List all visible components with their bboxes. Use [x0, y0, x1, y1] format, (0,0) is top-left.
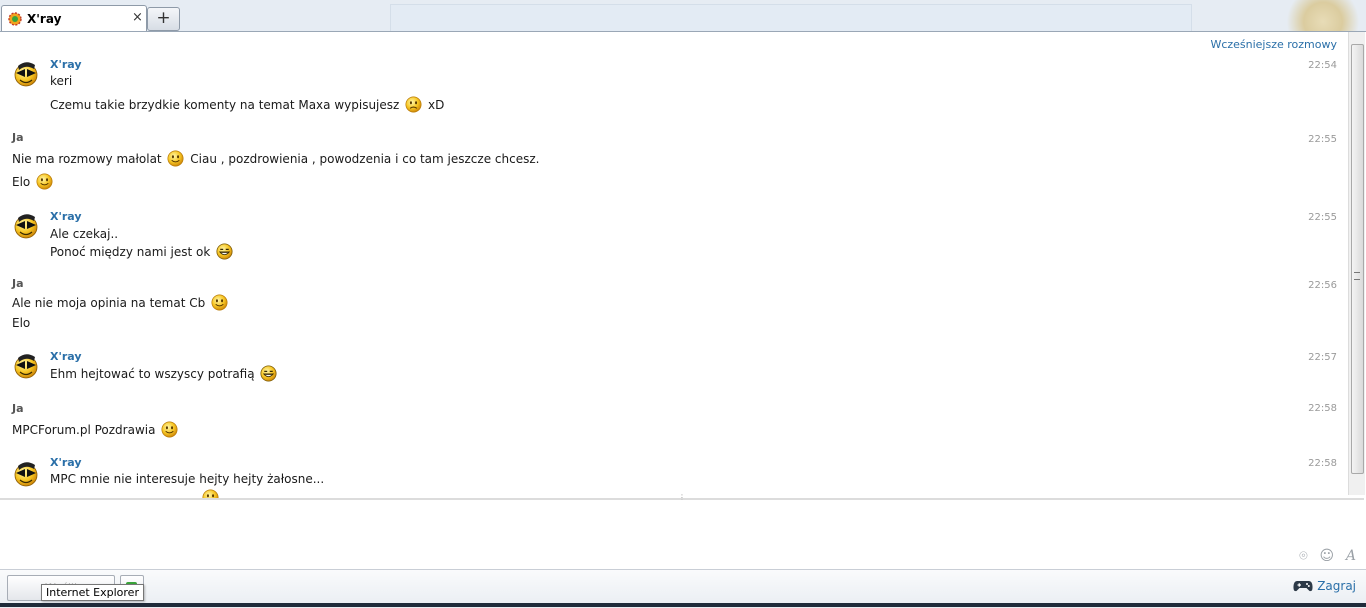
message-input[interactable] [0, 500, 1364, 568]
scrollbar-thumb[interactable] [1351, 44, 1364, 474]
message-text: Ehm hejtować to wszyscy potrafią [50, 367, 255, 381]
gg-logo-icon [8, 12, 22, 26]
message-text-line: Ehm hejtować to wszyscy potrafią [50, 365, 279, 382]
message-text: Elo [12, 175, 31, 189]
smiley-icon [161, 421, 178, 438]
message-text-line: MPCForum.pl Pozdrawia [12, 421, 180, 438]
message-text: MPCForum.pl Pozdrawia [12, 423, 156, 437]
message-sender: X'ray [50, 210, 82, 223]
smiley-icon [167, 150, 184, 167]
message-text-line: Nie ma rozmowy małolat Ciau , pozdrowien… [12, 150, 539, 167]
message-text: keri [50, 74, 73, 88]
message-text: Ale czekaj.. [50, 227, 119, 241]
input-tools: ⌾ ☺ A [1291, 548, 1356, 564]
message-time: 22:56 [1308, 280, 1337, 291]
attach-icon[interactable]: ⌾ [1299, 548, 1307, 564]
message-text: Ciau , pozdrowienia , powodzenia i co ta… [190, 152, 540, 166]
message-text: Elo [12, 316, 31, 330]
message-text-line: Czemu takie brzydkie komenty na temat Ma… [50, 96, 444, 113]
smiley-icon [36, 173, 53, 190]
grin-icon [216, 243, 233, 260]
smiley-icon [202, 489, 219, 498]
scrollbar-grip [1354, 272, 1360, 280]
message-sender: X'ray [50, 58, 82, 71]
message-text: xD [427, 98, 445, 112]
close-icon[interactable]: × [132, 10, 143, 25]
message-text: Ponoć między nami jest ok [50, 245, 211, 259]
sad-icon [405, 96, 422, 113]
message-sender: Ja [12, 277, 24, 290]
avatar-icon [12, 460, 40, 488]
message-time: 22:58 [1308, 458, 1337, 469]
avatar-icon [12, 60, 40, 88]
message-time: 22:57 [1308, 352, 1337, 363]
message-sender: X'ray [50, 456, 82, 469]
message-sender: Ja [12, 131, 24, 144]
message-time: 22:55 [1308, 134, 1337, 145]
message-scrollbar[interactable] [1348, 32, 1365, 495]
grin-icon [260, 365, 277, 382]
play-link[interactable]: Zagraj [1293, 579, 1356, 593]
message-text-line: Ponoć między nami jest ok [50, 243, 235, 260]
background-window [390, 4, 1192, 31]
message-time: 22:58 [1308, 403, 1337, 414]
avatar-icon [12, 352, 40, 380]
message-text: Czemu takie brzydkie komenty na temat Ma… [50, 98, 400, 112]
message-sender: X'ray [50, 350, 82, 363]
message-sender: Ja [12, 402, 24, 415]
message-time: 22:54 [1308, 60, 1337, 71]
message-text: MPC mnie nie interesuje hejty hejty żało… [50, 472, 325, 486]
avatar-icon [12, 212, 40, 240]
background-decoration [1280, 0, 1366, 31]
message-time: 22:55 [1308, 212, 1337, 223]
tab-xray[interactable]: X'ray × [1, 5, 147, 31]
message-text-line: Elo [12, 173, 55, 190]
gamepad-icon [1293, 581, 1313, 592]
message-text-line: Ale nie moja opinia na temat Cb [12, 294, 230, 311]
font-icon[interactable]: A [1346, 548, 1356, 564]
taskbar [0, 603, 1366, 607]
message-list[interactable]: Wcześniejsze rozmowy X'ray 22:54 keri Cz… [0, 32, 1348, 498]
emoticon-icon[interactable]: ☺ [1319, 548, 1334, 564]
tab-title: X'ray [27, 12, 62, 26]
play-label: Zagraj [1317, 579, 1356, 593]
message-text: Nie ma rozmowy małolat [12, 152, 162, 166]
plus-icon[interactable]: + [147, 7, 180, 31]
earlier-conversations-link[interactable]: Wcześniejsze rozmowy [1210, 38, 1337, 51]
tab-bar: X'ray × + [0, 0, 1366, 32]
message-text: Ale nie moja opinia na temat Cb [12, 296, 206, 310]
smiley-icon [211, 294, 228, 311]
tooltip: Internet Explorer [41, 584, 144, 601]
